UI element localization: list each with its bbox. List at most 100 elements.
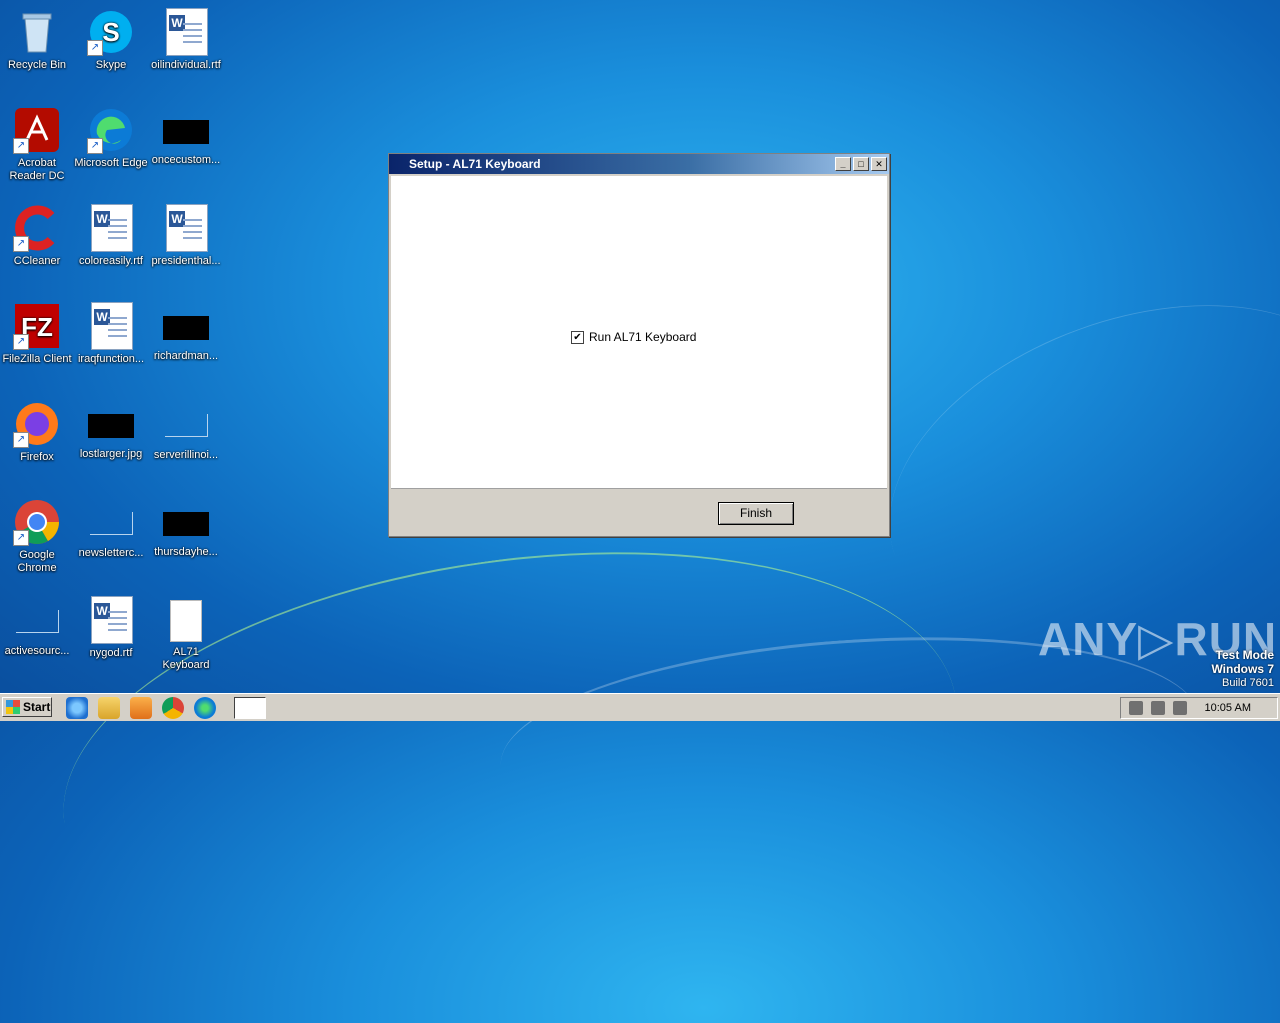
desktop-icon-label: oilindividual.rtf [151, 59, 221, 71]
window-title: Setup - AL71 Keyboard [409, 157, 541, 171]
windows-version-line: Windows 7 [1211, 662, 1274, 676]
chrome-icon: ↗ [13, 498, 61, 546]
word-document-icon: W [87, 204, 135, 252]
desktop-icon-iraqfunction[interactable]: W iraqfunction... [74, 302, 148, 366]
shortcut-arrow-icon: ↗ [13, 334, 29, 350]
desktop-icon-label: Acrobat Reader DC [9, 157, 65, 182]
shortcut-arrow-icon: ↗ [87, 138, 103, 154]
word-document-icon: W [87, 302, 135, 350]
desktop-icon-label: Microsoft Edge [74, 157, 148, 169]
acrobat-icon: ↗ [13, 106, 61, 154]
setup-window: Setup - AL71 Keyboard _ □ ✕ ✔ Run AL71 K… [388, 153, 890, 537]
desktop-icon-label: FileZilla Client [2, 353, 72, 365]
desktop-icon-lostlarger[interactable]: lostlarger.jpg [74, 400, 148, 461]
desktop-icon-label: coloreasily.rtf [79, 255, 143, 267]
word-document-icon: W [162, 8, 210, 56]
desktop-icon-label: Skype [95, 59, 127, 71]
desktop-icon-serverillinoi[interactable]: serverillinoi... [149, 400, 223, 462]
run-app-checkbox-label[interactable]: Run AL71 Keyboard [589, 330, 696, 344]
desktop-icon-activesource[interactable]: activesourc... [0, 596, 74, 658]
system-tray: 10:05 AM [1120, 697, 1278, 719]
image-thumbnail-icon [88, 414, 134, 438]
file-icon [89, 512, 133, 535]
run-app-option[interactable]: ✔ Run AL71 Keyboard [571, 330, 696, 344]
action-center-flag-icon[interactable] [1173, 701, 1187, 715]
desktop-icon-label: presidenthal... [151, 255, 221, 267]
word-document-icon: W [162, 204, 210, 252]
test-mode-watermark: Test Mode Windows 7 Build 7601 [1211, 648, 1274, 690]
desktop-icon-label: Firefox [20, 451, 54, 463]
svg-text:S: S [102, 17, 119, 47]
desktop-icon-presidenthal[interactable]: W presidenthal... [149, 204, 223, 268]
desktop-icon-label: Google Chrome [17, 549, 57, 574]
file-icon [164, 414, 208, 437]
desktop-icon-thursdayhe[interactable]: thursdayhe... [149, 498, 223, 559]
maximize-button[interactable]: □ [853, 157, 869, 171]
desktop-icon-ccleaner[interactable]: ↗ CCleaner [0, 204, 74, 268]
shortcut-arrow-icon: ↗ [13, 432, 29, 448]
desktop-icon-label: serverillinoi... [153, 449, 219, 461]
start-label: Start [23, 700, 51, 714]
filezilla-icon: FZ ↗ [13, 302, 61, 350]
taskbar: Start 10:05 AM [0, 693, 1280, 721]
shortcut-arrow-icon: ↗ [13, 530, 29, 546]
shortcut-arrow-icon: ↗ [13, 138, 29, 154]
desktop-icon-label: richardman... [153, 350, 219, 362]
build-line: Build 7601 [1222, 677, 1274, 689]
desktop-icon-coloreasily[interactable]: W coloreasily.rtf [74, 204, 148, 268]
desktop-icon-richardman[interactable]: richardman... [149, 302, 223, 363]
file-explorer-icon[interactable] [98, 697, 120, 719]
desktop-icon-label: newsletterc... [78, 547, 144, 559]
edge-taskbar-icon[interactable] [194, 697, 216, 719]
desktop-icon-label: Recycle Bin [7, 59, 67, 71]
file-thumbnail-icon [163, 512, 209, 536]
shortcut-arrow-icon: ↗ [87, 40, 103, 56]
desktop-icon-edge[interactable]: ↗ Microsoft Edge [74, 106, 148, 170]
clock[interactable]: 10:05 AM [1205, 702, 1251, 714]
media-player-icon[interactable] [130, 697, 152, 719]
desktop-icon-chrome[interactable]: ↗ Google Chrome [0, 498, 74, 575]
desktop-icon-recycle-bin[interactable]: Recycle Bin [0, 8, 74, 72]
window-content: ✔ Run AL71 Keyboard [391, 176, 887, 489]
run-app-checkbox[interactable]: ✔ [571, 330, 584, 344]
file-thumbnail-icon [163, 120, 209, 144]
file-icon [15, 610, 59, 633]
desktop-icon-label: CCleaner [13, 255, 61, 267]
desktop-icon-label: oncecustom... [151, 154, 221, 166]
desktop-icon-label: nygod.rtf [89, 647, 133, 659]
blank-file-icon [170, 600, 202, 642]
chrome-taskbar-icon[interactable] [162, 697, 184, 719]
windows-logo-icon [6, 700, 20, 714]
shortcut-arrow-icon: ↗ [13, 236, 29, 252]
desktop-icon-label: AL71 Keyboard [162, 646, 210, 671]
desktop-icon-al71-keyboard[interactable]: AL71 Keyboard [149, 596, 223, 672]
finish-button[interactable]: Finish [718, 502, 794, 525]
desktop-icon-oncecustom[interactable]: oncecustom... [149, 106, 223, 167]
volume-icon[interactable] [1129, 701, 1143, 715]
setup-taskbar-button[interactable] [234, 697, 266, 719]
desktop-icon-label: activesourc... [4, 645, 70, 657]
desktop-icon-skype[interactable]: S ↗ Skype [74, 8, 148, 72]
quick-launch [66, 697, 216, 719]
desktop-icon-label: iraqfunction... [77, 353, 145, 365]
close-button[interactable]: ✕ [871, 157, 887, 171]
firefox-icon: ↗ [13, 400, 61, 448]
desktop-icon-acrobat[interactable]: ↗ Acrobat Reader DC [0, 106, 74, 183]
window-titlebar[interactable]: Setup - AL71 Keyboard _ □ ✕ [389, 154, 889, 174]
desktop-icon-filezilla[interactable]: FZ ↗ FileZilla Client [0, 302, 74, 366]
recycle-bin-icon [13, 8, 61, 56]
desktop-icon-newsletter[interactable]: newsletterc... [74, 498, 148, 560]
ccleaner-icon: ↗ [13, 204, 61, 252]
desktop-icon-nygod[interactable]: W nygod.rtf [74, 596, 148, 660]
test-mode-line: Test Mode [1215, 648, 1274, 662]
network-icon[interactable] [1151, 701, 1165, 715]
desktop-icon-label: thursdayhe... [154, 546, 218, 558]
desktop-icon-firefox[interactable]: ↗ Firefox [0, 400, 74, 464]
internet-explorer-icon[interactable] [66, 697, 88, 719]
start-button[interactable]: Start [2, 697, 52, 717]
file-thumbnail-icon [163, 316, 209, 340]
desktop-icon-oilindividual[interactable]: W oilindividual.rtf [149, 8, 223, 72]
skype-icon: S ↗ [87, 8, 135, 56]
minimize-button[interactable]: _ [835, 157, 851, 171]
desktop-icon-label: lostlarger.jpg [79, 448, 143, 460]
